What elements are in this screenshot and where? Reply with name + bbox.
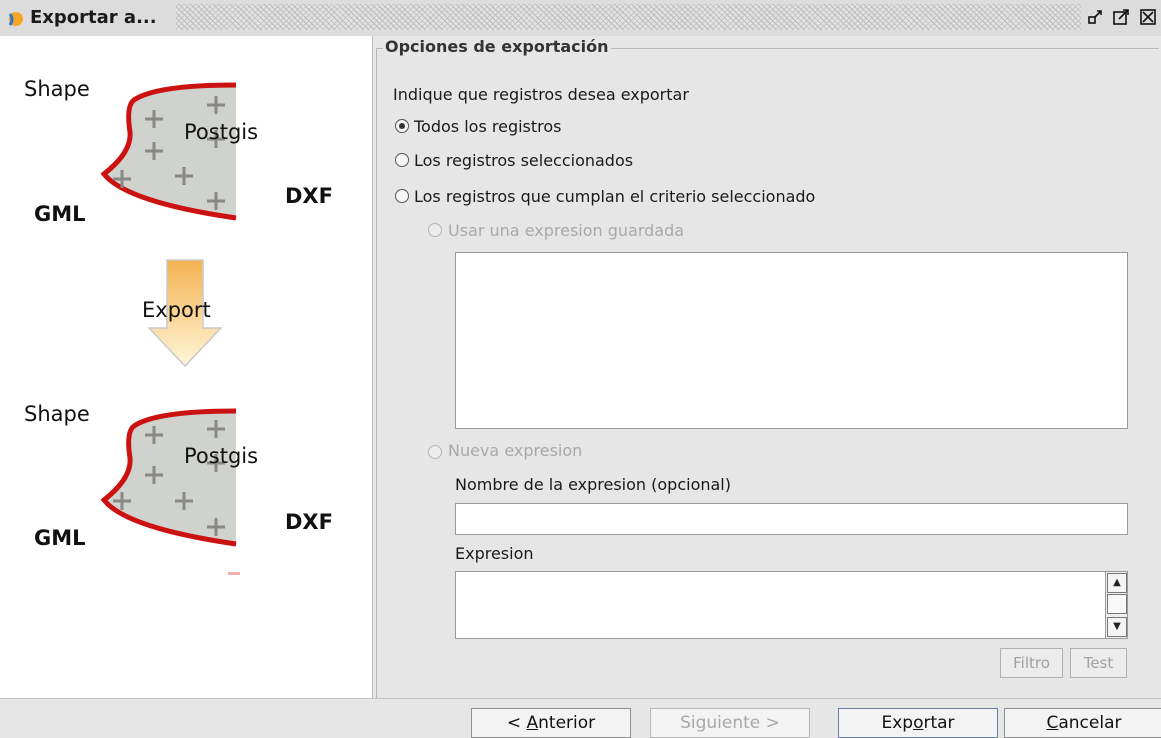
format-shape-icon-result — [100, 408, 237, 547]
cancel-button[interactable]: Cancelar — [1004, 708, 1161, 738]
scroll-down-icon[interactable]: ▼ — [1107, 617, 1127, 637]
expression-label: Expresion — [455, 544, 534, 563]
label-gml-top: GML — [34, 202, 86, 226]
next-button[interactable]: Siguiente > — [650, 708, 810, 738]
radio-criteria-records-label[interactable]: Los registros que cumplan el criterio se… — [414, 187, 815, 206]
radio-new-expression[interactable] — [428, 445, 442, 459]
label-dxf-top: DXF — [285, 184, 333, 208]
cancel-button-mnemonic: C — [1046, 713, 1059, 733]
format-shape-icon — [100, 82, 237, 221]
export-prompt: Indique que registros desea exportar — [393, 85, 689, 104]
maximize-icon[interactable] — [1111, 6, 1133, 28]
label-shape-bottom: Shape — [24, 402, 90, 426]
scroll-up-icon[interactable]: ▲ — [1107, 573, 1127, 593]
saved-expressions-list[interactable] — [455, 252, 1128, 429]
minimize-icon[interactable] — [1086, 6, 1108, 28]
export-button-label: rtar — [923, 713, 955, 733]
expression-textarea[interactable] — [455, 571, 1107, 639]
label-postgis-bottom: Postgis — [184, 444, 259, 468]
radio-saved-expression-label[interactable]: Usar una expresion guardada — [448, 221, 684, 240]
radio-all-records-label[interactable]: Todos los registros — [414, 117, 562, 136]
title-bar-drag-area[interactable] — [176, 4, 1081, 30]
radio-criteria-records[interactable] — [395, 189, 409, 203]
window-title: Exportar a... — [30, 7, 157, 28]
title-bar: Exportar a... — [0, 0, 1161, 36]
expression-name-label: Nombre de la expresion (opcional) — [455, 475, 731, 494]
export-button-mnemonic: o — [913, 713, 924, 733]
label-gml-bottom: GML — [34, 526, 86, 550]
expression-name-field[interactable] — [455, 503, 1128, 535]
filter-button[interactable]: Filtro — [1000, 648, 1063, 678]
back-button-prefix: < — [506, 713, 527, 733]
options-legend: Opciones de exportación — [383, 37, 611, 56]
radio-saved-expression[interactable] — [428, 223, 442, 237]
label-dxf-bottom: DXF — [285, 510, 333, 534]
label-shape-top: Shape — [24, 77, 90, 101]
wizard-nav-bar: < Anterior Siguiente > Exportar Cancelar — [0, 698, 1161, 738]
back-button-mnemonic: A — [526, 713, 539, 733]
back-button-label: nterior — [538, 713, 596, 733]
close-icon[interactable] — [1138, 6, 1160, 28]
export-button-prefix: Exp — [881, 713, 914, 733]
export-button[interactable]: Exportar — [838, 708, 998, 738]
label-export: Export — [142, 298, 211, 322]
back-button[interactable]: < Anterior — [471, 708, 631, 738]
radio-selected-records-label[interactable]: Los registros seleccionados — [414, 151, 633, 170]
test-button[interactable]: Test — [1070, 648, 1127, 678]
decorative-mark — [228, 572, 240, 575]
radio-all-records[interactable] — [395, 119, 409, 133]
scroll-thumb[interactable] — [1107, 594, 1127, 614]
expression-scrollbar[interactable]: ▲ ▼ — [1105, 571, 1128, 639]
app-icon — [8, 12, 23, 26]
cancel-button-label: ancelar — [1058, 713, 1122, 733]
radio-selected-records[interactable] — [395, 153, 409, 167]
export-options-panel: Opciones de exportación Indique que regi… — [372, 36, 1161, 699]
radio-new-expression-label[interactable]: Nueva expresion — [448, 441, 582, 460]
export-illustration: Shape Postgis GML DXF Export Shape Postg… — [0, 36, 372, 698]
label-postgis-top: Postgis — [184, 120, 259, 144]
